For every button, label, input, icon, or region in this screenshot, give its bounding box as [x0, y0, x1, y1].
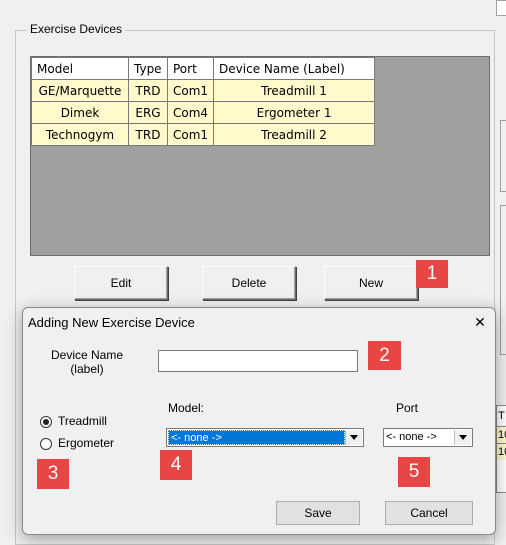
cell-model[interactable]: Dimek — [31, 101, 129, 124]
radio-ergometer-label[interactable]: Ergometer — [58, 436, 114, 450]
cell-type[interactable]: TRD — [128, 79, 168, 102]
background-cell: 10 — [497, 443, 506, 460]
new-button[interactable]: New — [324, 266, 418, 300]
cell-port[interactable]: Com4 — [166, 101, 215, 124]
radio-treadmill[interactable] — [40, 416, 52, 428]
table-row[interactable]: GE/Marquette TRD Com1 Treadmill 1 — [31, 79, 376, 102]
column-header-device-name[interactable]: Device Name (Label) — [213, 57, 376, 80]
close-icon[interactable]: ✕ — [470, 312, 490, 332]
cancel-button[interactable]: Cancel — [385, 501, 473, 525]
port-label: Port — [396, 401, 419, 415]
callout-badge-2: 2 — [368, 341, 401, 370]
model-label: Model: — [168, 401, 205, 415]
port-selected-value: <- none -> — [386, 431, 437, 443]
callout-badge-3: 3 — [37, 459, 69, 489]
group-title: Exercise Devices — [27, 22, 126, 36]
cell-port[interactable]: Com1 — [166, 123, 215, 146]
device-name-input[interactable] — [158, 350, 358, 372]
cell-type[interactable]: TRD — [128, 123, 168, 146]
cell-model[interactable]: Technogym — [31, 123, 129, 146]
model-dropdown[interactable]: <- none -> — [166, 428, 364, 447]
background-col-header: T — [498, 410, 505, 422]
devices-table: Model Type Port Device Name (Label) GE/M… — [31, 57, 376, 146]
delete-button[interactable]: Delete — [202, 266, 296, 300]
model-selected-value: <- none -> — [168, 430, 345, 445]
callout-badge-4: 4 — [160, 450, 192, 480]
chevron-down-icon[interactable] — [345, 430, 362, 445]
side-panel-bottom — [500, 205, 506, 355]
table-row[interactable]: Technogym TRD Com1 Treadmill 2 — [31, 123, 376, 146]
window-corner — [496, 0, 506, 16]
background-cell: 10 — [497, 426, 506, 443]
background-table-fragment: T 10 10 — [496, 405, 506, 493]
chevron-down-icon[interactable] — [454, 430, 471, 445]
cell-device-name[interactable]: Treadmill 2 — [213, 123, 376, 146]
table-row[interactable]: Dimek ERG Com4 Ergometer 1 — [31, 101, 376, 124]
cell-model[interactable]: GE/Marquette — [31, 79, 129, 102]
callout-badge-1: 1 — [416, 260, 448, 288]
device-name-label: Device Name (label) — [42, 348, 132, 376]
column-header-type[interactable]: Type — [128, 57, 168, 80]
callout-badge-5: 5 — [398, 457, 430, 487]
port-dropdown[interactable]: <- none -> — [383, 428, 473, 447]
cell-device-name[interactable]: Treadmill 1 — [213, 79, 376, 102]
dialog-title: Adding New Exercise Device — [28, 315, 195, 330]
cell-port[interactable]: Com1 — [166, 79, 215, 102]
radio-ergometer[interactable] — [40, 438, 52, 450]
column-header-model[interactable]: Model — [31, 57, 129, 80]
save-button[interactable]: Save — [276, 501, 360, 525]
table-header-row: Model Type Port Device Name (Label) — [31, 57, 376, 80]
side-panel-top — [500, 120, 506, 192]
cell-device-name[interactable]: Ergometer 1 — [213, 101, 376, 124]
cell-type[interactable]: ERG — [128, 101, 168, 124]
column-header-port[interactable]: Port — [166, 57, 215, 80]
radio-treadmill-label[interactable]: Treadmill — [58, 414, 107, 428]
device-name-label-line1: Device Name — [50, 348, 124, 362]
edit-button[interactable]: Edit — [74, 266, 168, 300]
device-name-label-line2: (label) — [70, 362, 104, 376]
